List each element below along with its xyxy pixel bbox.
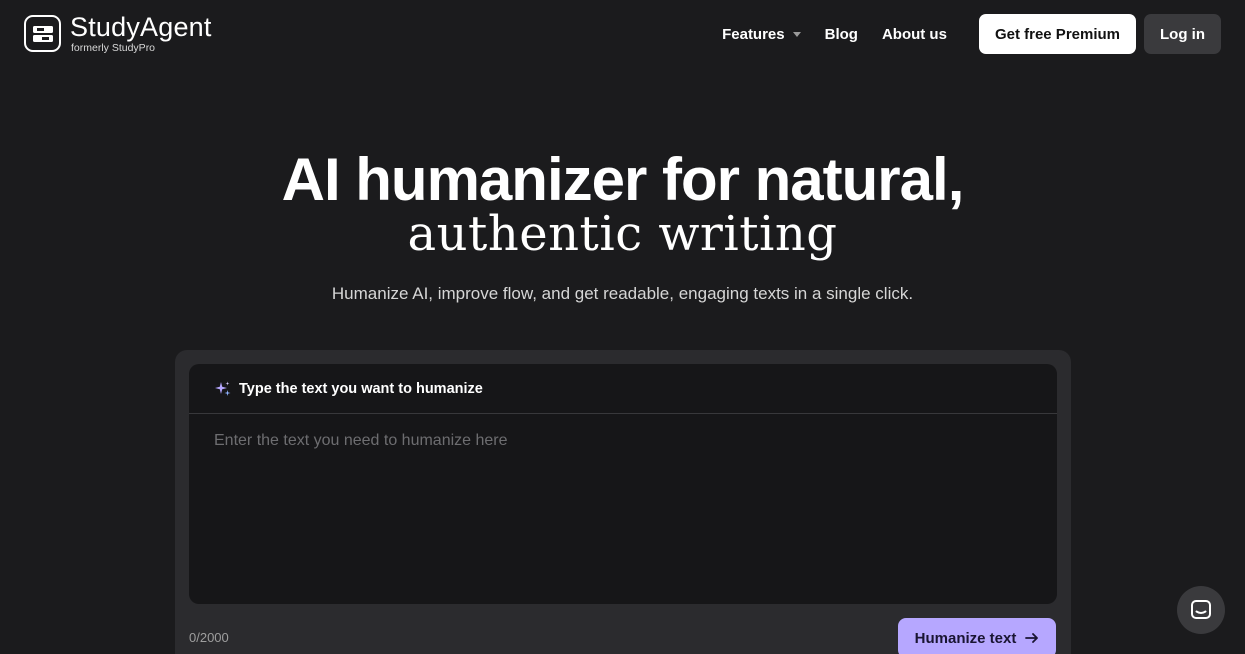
page: StudyAgent formerly StudyPro Features Bl… xyxy=(0,0,1245,654)
logo-subtitle: formerly StudyPro xyxy=(71,42,156,54)
editor-title: Type the text you want to humanize xyxy=(239,380,483,397)
nav-blog[interactable]: Blog xyxy=(825,26,858,43)
hero-title-serif: authentic writing xyxy=(407,206,838,262)
nav-features[interactable]: Features xyxy=(722,26,801,43)
nav-features-label: Features xyxy=(722,25,785,43)
nav-about[interactable]: About us xyxy=(882,26,947,43)
editor-panel: Type the text you want to humanize xyxy=(189,364,1057,604)
get-premium-button[interactable]: Get free Premium xyxy=(978,14,1136,54)
humanize-text-input[interactable] xyxy=(189,414,1057,603)
hero-subtitle: Humanize AI, improve flow, and get reada… xyxy=(331,284,914,303)
humanizer-card: Type the text you want to humanize 0/200… xyxy=(175,350,1071,654)
login-button[interactable]: Log in xyxy=(1144,14,1221,54)
main-nav: Features Blog About us Get free Premium … xyxy=(722,14,1221,54)
logo-name: StudyAgent xyxy=(70,12,212,42)
studyagent-logo-icon xyxy=(24,15,61,53)
humanize-button[interactable]: Humanize text xyxy=(898,618,1056,654)
chat-icon xyxy=(1191,600,1211,619)
character-counter: 0/2000 xyxy=(189,630,229,645)
sparkle-icon xyxy=(215,381,231,396)
humanize-button-label: Humanize text xyxy=(914,629,1017,647)
editor-header: Type the text you want to humanize xyxy=(189,364,1057,414)
logo-text: StudyAgent formerly StudyPro xyxy=(70,14,212,54)
logo[interactable]: StudyAgent formerly StudyPro xyxy=(24,14,212,54)
chat-launcher-button[interactable] xyxy=(1177,586,1225,634)
arrow-right-icon xyxy=(1025,633,1039,643)
site-header: StudyAgent formerly StudyPro Features Bl… xyxy=(0,0,1245,68)
chevron-down-icon xyxy=(792,31,801,37)
